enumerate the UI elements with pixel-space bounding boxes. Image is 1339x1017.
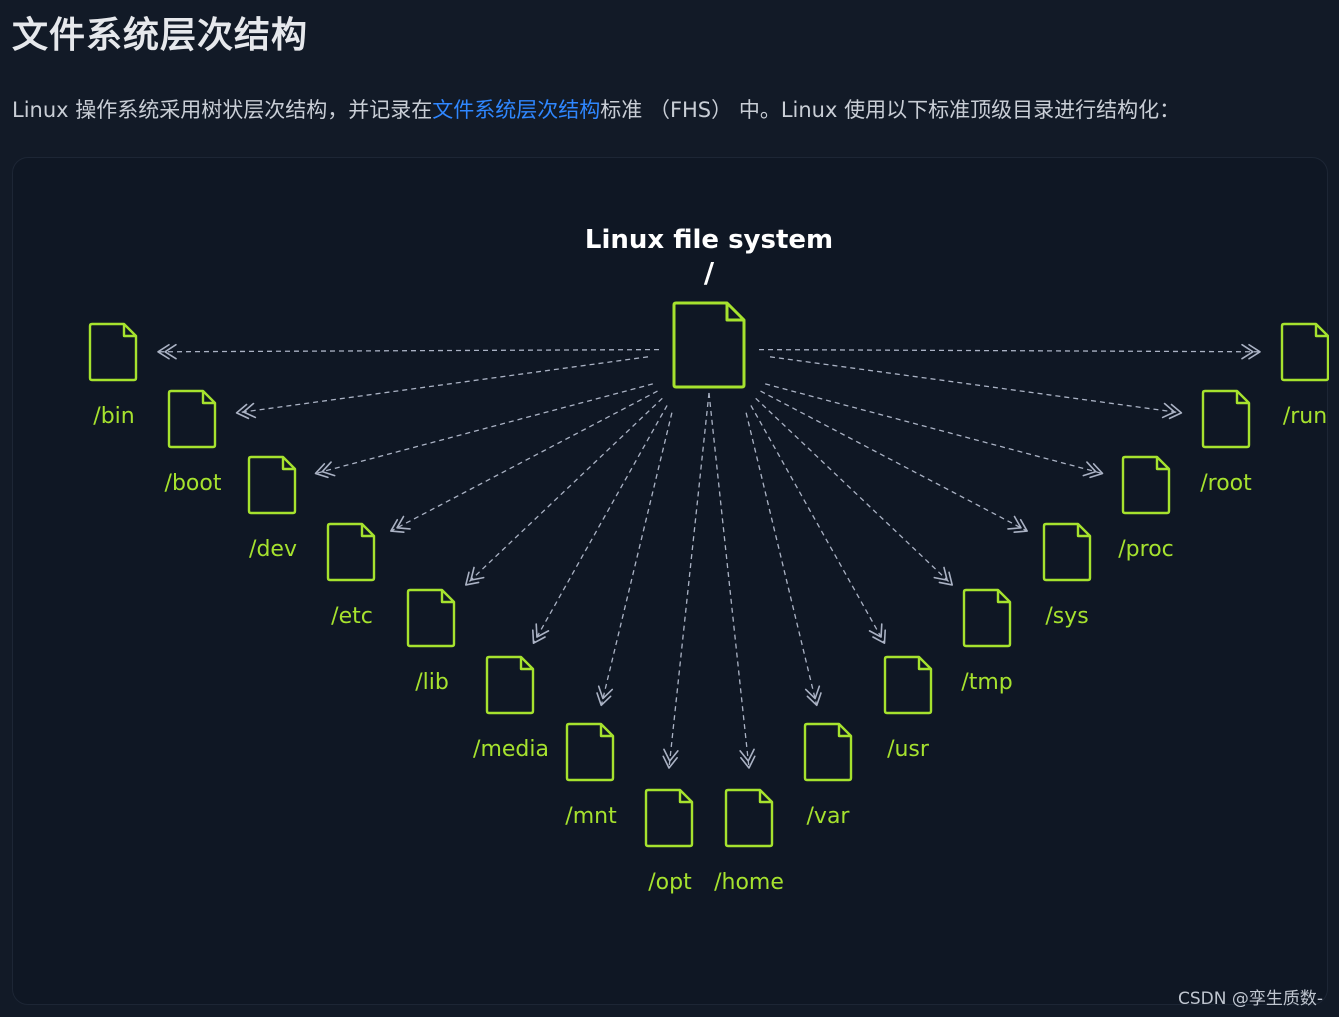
- dir-label-home: /home: [714, 870, 784, 895]
- arrow-line-bin: [157, 348, 660, 353]
- arrow-line-media: [532, 405, 668, 644]
- file-icon-sys: [1042, 522, 1092, 582]
- page-title: 文件系统层次结构: [12, 15, 309, 56]
- arrow-head-dev: [314, 461, 336, 479]
- file-icon-var: [803, 722, 853, 782]
- file-icon-opt: [644, 788, 694, 848]
- arrow-head-proc: [1082, 461, 1104, 479]
- root-label: /: [704, 256, 715, 289]
- diagram-title: Linux file system: [585, 225, 833, 255]
- arrow-head-var: [804, 685, 822, 707]
- arrows-group: [157, 343, 1261, 769]
- dir-label-var: /var: [807, 804, 851, 829]
- dir-label-boot: /boot: [165, 471, 222, 496]
- dir-label-bin: /bin: [93, 404, 134, 429]
- dir-label-usr: /usr: [887, 737, 930, 762]
- file-icon-bin: [88, 322, 138, 382]
- intro-text-after: 标准 （FHS） 中。Linux 使用以下标准顶级目录进行结构化：: [600, 98, 1181, 122]
- arrow-line-proc: [765, 383, 1103, 475]
- file-icon-home: [724, 788, 774, 848]
- file-icon-tmp: [962, 588, 1012, 648]
- arrow-line-dev: [315, 383, 653, 475]
- arrow-line-mnt: [600, 412, 673, 706]
- dir-label-dev: /dev: [249, 537, 297, 562]
- dir-label-tmp: /tmp: [961, 670, 1012, 695]
- arrow-line-home: [708, 392, 750, 769]
- diagram-panel: Linux file system / /bin/boot/dev/etc/li…: [12, 157, 1329, 1005]
- fhs-link[interactable]: 文件系统层次结构: [432, 98, 600, 122]
- dir-label-root: /root: [1200, 471, 1252, 496]
- dir-label-proc: /proc: [1118, 537, 1174, 562]
- arrow-head-usr: [868, 623, 887, 644]
- root-file-icon: [672, 301, 746, 389]
- file-icon-media: [485, 655, 535, 715]
- arrow-line-usr: [750, 405, 886, 644]
- file-icon-proc: [1121, 455, 1171, 515]
- file-icon-usr: [883, 655, 933, 715]
- intro-text-before: Linux 操作系统采用树状层次结构，并记录在: [12, 98, 433, 122]
- file-icon-boot: [167, 389, 217, 449]
- dir-label-media: /media: [473, 737, 549, 762]
- file-icon-root: [1201, 389, 1251, 449]
- arrow-line-opt: [668, 392, 710, 769]
- dir-label-run: /run: [1283, 404, 1327, 429]
- arrow-line-root: [769, 356, 1182, 414]
- dir-label-opt: /opt: [648, 870, 692, 895]
- arrow-head-media: [531, 623, 550, 644]
- file-icon-dev: [247, 455, 297, 515]
- arrow-line-run: [758, 348, 1261, 353]
- dir-label-mnt: /mnt: [565, 804, 617, 829]
- file-icon-lib: [406, 588, 456, 648]
- intro-paragraph: Linux 操作系统采用树状层次结构，并记录在文件系统层次结构标准 （FHS） …: [12, 94, 1180, 124]
- dir-label-etc: /etc: [331, 604, 373, 629]
- file-system-diagram: Linux file system / /bin/boot/dev/etc/li…: [88, 225, 1329, 895]
- arrow-head-tmp: [933, 566, 953, 586]
- arrow-head-lib: [465, 566, 485, 586]
- arrow-head-mnt: [596, 685, 614, 707]
- dir-label-sys: /sys: [1045, 604, 1088, 629]
- file-icon-mnt: [565, 722, 615, 782]
- arrow-line-var: [745, 412, 818, 706]
- dir-label-lib: /lib: [415, 670, 449, 695]
- file-icon-run: [1280, 322, 1329, 382]
- watermark: CSDN @孪生质数-: [1177, 989, 1323, 1009]
- arrow-line-boot: [236, 356, 649, 414]
- arrow-line-etc: [390, 390, 658, 532]
- nodes-group: /bin/boot/dev/etc/lib/media/mnt/opt/home…: [88, 301, 1329, 895]
- arrow-line-sys: [760, 390, 1028, 532]
- file-icon-etc: [326, 522, 376, 582]
